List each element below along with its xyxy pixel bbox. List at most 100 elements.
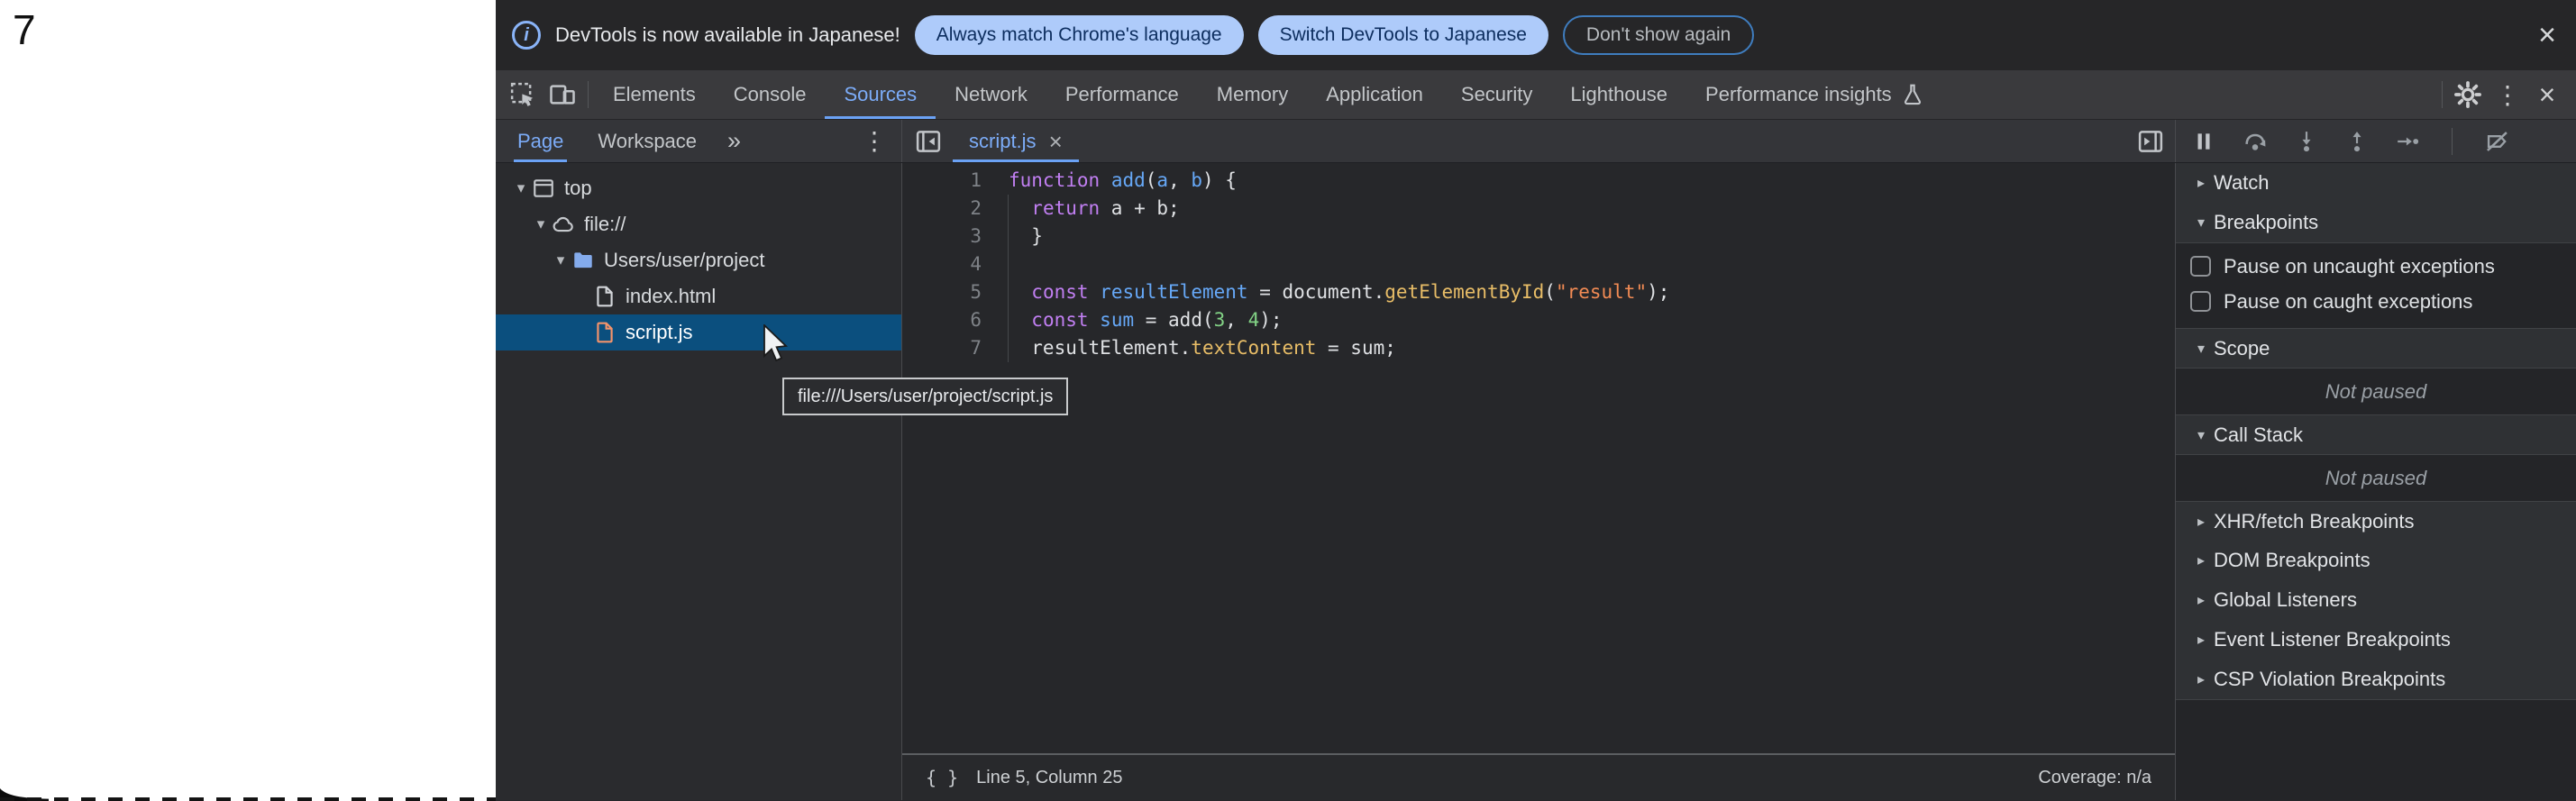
chevron-down-icon[interactable]: ▾ [510, 179, 532, 197]
chevron-right-icon[interactable]: ▸ [2188, 670, 2214, 688]
more-tabs-icon[interactable]: » [727, 120, 741, 162]
tree-item-label: file:// [584, 213, 626, 236]
breakpoints-options: Pause on uncaught exceptionsPause on cau… [2176, 242, 2576, 328]
sidebar-section-csp-violation-breakpoints[interactable]: ▸CSP Violation Breakpoints [2176, 660, 2576, 699]
chevron-down-icon[interactable]: ▾ [2188, 340, 2214, 358]
close-tab-icon[interactable]: × [1049, 130, 1063, 153]
tab-label: Memory [1217, 83, 1288, 106]
line-number[interactable]: 5 [902, 278, 982, 306]
tab-label: Performance [1065, 83, 1179, 106]
cloud-icon [552, 213, 584, 236]
folder-icon [571, 249, 604, 272]
tab-performance[interactable]: Performance [1046, 70, 1198, 119]
step-into-icon[interactable] [2295, 130, 2318, 153]
chevron-right-icon[interactable]: ▸ [2188, 513, 2214, 531]
settings-gear-icon[interactable] [2448, 70, 2488, 119]
tab-application[interactable]: Application [1307, 70, 1442, 119]
sidebar-section-scope[interactable]: ▾Scope [2176, 328, 2576, 368]
navigator-tab-page[interactable]: Page [514, 120, 567, 162]
chevron-right-icon[interactable]: ▸ [2188, 591, 2214, 609]
navigator-tabs: Page Workspace [514, 120, 727, 162]
notification-close-icon[interactable]: × [2538, 20, 2556, 50]
pretty-print-icon[interactable]: { } [926, 767, 958, 788]
code-line-7: 7 resultElement.textContent = sum; [902, 334, 2175, 362]
line-number[interactable]: 2 [902, 195, 982, 223]
sidebar-section-call-stack[interactable]: ▾Call Stack [2176, 414, 2576, 454]
tab-performance-insights[interactable]: Performance insights [1686, 70, 1943, 119]
coverage-label: Coverage: n/a [2038, 768, 2151, 788]
step-out-icon[interactable] [2345, 130, 2369, 153]
checkbox-row[interactable]: Pause on uncaught exceptions [2176, 249, 2576, 284]
cursor-position-label: Line 5, Column 25 [976, 768, 1122, 788]
code-line-1: 1 function add(a, b) { [902, 167, 2175, 195]
bottom-dashed-line [0, 797, 496, 801]
inspect-element-icon[interactable] [503, 70, 543, 119]
code-text: return a + b; [1009, 195, 1180, 223]
line-number[interactable]: 7 [902, 334, 982, 362]
chevron-right-icon[interactable]: ▸ [2188, 551, 2214, 569]
chevron-right-icon[interactable]: ▸ [2188, 174, 2214, 192]
toolbar-divider [588, 81, 589, 108]
sidebar-section-dom-breakpoints[interactable]: ▸DOM Breakpoints [2176, 541, 2576, 580]
notification-bar: i DevTools is now available in Japanese!… [496, 0, 2576, 70]
file-navigator-tree: ▾ top ▾ file:// ▾Users/user/projectindex.htm… [496, 163, 902, 800]
line-number[interactable]: 6 [902, 306, 982, 334]
tab-lighthouse[interactable]: Lighthouse [1551, 70, 1686, 119]
tree-item-top[interactable]: ▾ top [496, 170, 901, 206]
close-devtools-icon[interactable]: × [2527, 70, 2567, 119]
mouse-cursor [763, 324, 790, 364]
navigator-menu-icon[interactable]: ⋮ [862, 120, 901, 162]
step-over-icon[interactable] [2243, 129, 2268, 154]
sidebar-section-event-listener-breakpoints[interactable]: ▸Event Listener Breakpoints [2176, 620, 2576, 660]
checkbox-unchecked[interactable] [2190, 256, 2211, 277]
notification-button-1[interactable]: Switch DevTools to Japanese [1258, 15, 1548, 55]
section-label: Call Stack [2214, 423, 2303, 447]
tab-sources[interactable]: Sources [825, 70, 936, 119]
tab-console[interactable]: Console [715, 70, 826, 119]
tab-label: Security [1461, 83, 1532, 106]
line-number[interactable]: 1 [902, 167, 982, 195]
kebab-menu-icon[interactable]: ⋮ [2488, 70, 2527, 119]
pause-script-icon[interactable] [2192, 130, 2215, 153]
notification-button-2[interactable]: Don't show again [1563, 15, 1754, 55]
tree-item-script-js[interactable]: script.js [496, 314, 901, 350]
notification-button-0[interactable]: Always match Chrome's language [915, 15, 1244, 55]
open-file-tab[interactable]: script.js × [953, 120, 1079, 162]
notification-buttons: Always match Chrome's language Switch Dev… [915, 15, 1755, 55]
tab-memory[interactable]: Memory [1198, 70, 1307, 119]
sidebar-section-breakpoints[interactable]: ▾Breakpoints [2176, 203, 2576, 242]
chevron-down-icon[interactable]: ▾ [2188, 426, 2214, 444]
collapse-debugger-icon[interactable] [2124, 120, 2175, 162]
chevron-down-icon[interactable]: ▾ [2188, 214, 2214, 232]
section-label: Event Listener Breakpoints [2214, 628, 2451, 651]
sidebar-empty-area [2176, 699, 2576, 800]
code-text: function add(a, b) { [1009, 167, 1237, 195]
code-text: const resultElement = document.getElemen… [1009, 278, 1669, 306]
chevron-down-icon[interactable]: ▾ [530, 215, 552, 233]
checkbox-unchecked[interactable] [2190, 291, 2211, 312]
tab-network[interactable]: Network [936, 70, 1046, 119]
code-area[interactable]: 1function add(a, b) {2 return a + b;3 }4… [902, 163, 2175, 753]
step-icon[interactable] [2396, 130, 2419, 153]
line-number[interactable]: 3 [902, 223, 982, 250]
chevron-right-icon[interactable]: ▸ [2188, 631, 2214, 649]
tab-elements[interactable]: Elements [594, 70, 715, 119]
sidebar-section-watch[interactable]: ▸Watch [2176, 163, 2576, 203]
indent-guide [1008, 195, 1009, 362]
tab-security[interactable]: Security [1442, 70, 1551, 119]
tree-item-Users-user-project[interactable]: ▾Users/user/project [496, 242, 901, 278]
device-toolbar-icon[interactable] [543, 70, 582, 119]
navigator-tab-workspace[interactable]: Workspace [594, 120, 700, 162]
collapse-navigator-icon[interactable] [902, 120, 953, 162]
chevron-down-icon[interactable]: ▾ [550, 251, 571, 269]
section-label: Breakpoints [2214, 211, 2318, 234]
sidebar-section-global-listeners[interactable]: ▸Global Listeners [2176, 580, 2576, 620]
deactivate-breakpoints-icon[interactable] [2485, 129, 2510, 154]
tree-item-label: top [564, 177, 592, 200]
line-number[interactable]: 4 [902, 250, 982, 278]
checkbox-row[interactable]: Pause on caught exceptions [2176, 284, 2576, 319]
tree-item-file-[interactable]: ▾ file:// [496, 206, 901, 242]
sidebar-section-xhr-fetch-breakpoints[interactable]: ▸XHR/fetch Breakpoints [2176, 501, 2576, 541]
navigator-toolbar: Page Workspace » ⋮ [496, 120, 902, 162]
tree-item-index-html[interactable]: index.html [496, 278, 901, 314]
